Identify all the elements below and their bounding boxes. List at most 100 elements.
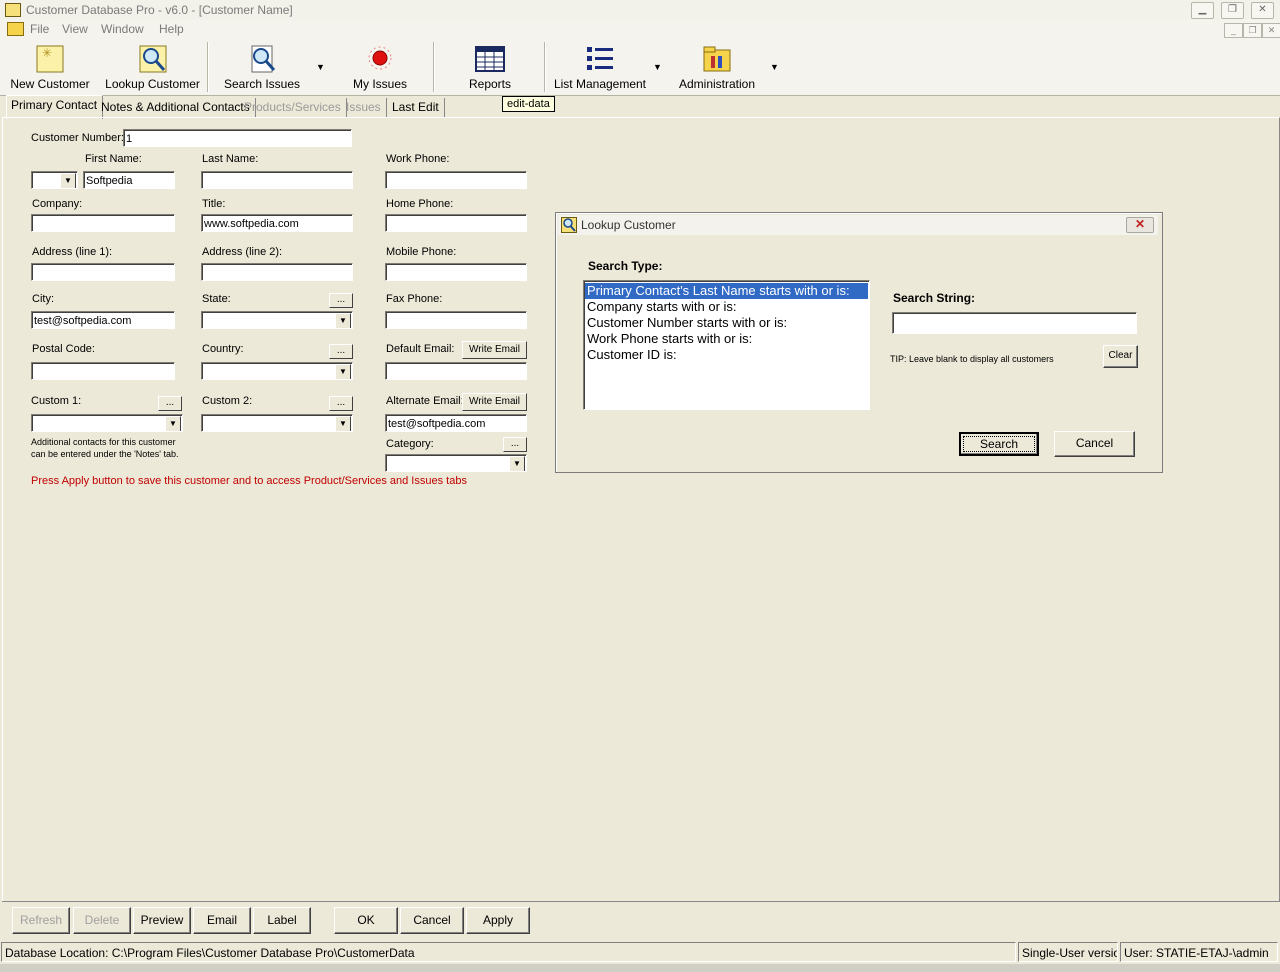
administration-label: Administration: [678, 77, 756, 91]
search-type-option[interactable]: Work Phone starts with or is:: [585, 331, 868, 347]
dialog-cancel-button[interactable]: Cancel: [1054, 431, 1135, 457]
search-type-option[interactable]: Customer ID is:: [585, 347, 868, 363]
list-management-button[interactable]: List Management: [550, 39, 650, 95]
address2-field[interactable]: [201, 263, 353, 281]
window-title: Customer Database Pro - v6.0 - [Customer…: [26, 3, 293, 17]
tab-last-edit[interactable]: Last Edit: [392, 98, 445, 118]
label-button[interactable]: Label: [253, 907, 311, 934]
dialog-title: Lookup Customer: [581, 218, 676, 232]
custom2-label: Custom 2:: [202, 395, 253, 407]
mobile-phone-field[interactable]: [385, 263, 527, 281]
maximize-button[interactable]: ❐: [1221, 2, 1244, 19]
search-type-label: Search Type:: [588, 259, 663, 273]
lookup-customer-icon: [139, 45, 166, 73]
chevron-down-icon[interactable]: ▼: [165, 416, 181, 431]
tab-strip: Primary Contact Notes & Additional Conta…: [0, 95, 1280, 119]
cancel-button[interactable]: Cancel: [400, 907, 464, 934]
menu-window[interactable]: Window: [101, 22, 144, 36]
state-ellipsis-button[interactable]: ...: [329, 293, 353, 308]
toolbar-separator: [544, 42, 546, 92]
search-type-option[interactable]: Company starts with or is:: [585, 299, 868, 315]
first-name-field[interactable]: Softpedia: [83, 171, 175, 189]
taskbar: [0, 964, 1280, 972]
dialog-close-button[interactable]: ✕: [1126, 217, 1154, 233]
country-ellipsis-button[interactable]: ...: [329, 344, 353, 359]
apply-button[interactable]: Apply: [466, 907, 530, 934]
company-field[interactable]: [31, 214, 175, 232]
customer-number-label: Customer Number:: [31, 132, 124, 144]
search-button[interactable]: Search: [959, 432, 1039, 456]
minimize-button[interactable]: ▁: [1191, 2, 1214, 19]
tab-products-services[interactable]: Products/Services: [244, 98, 347, 118]
refresh-button[interactable]: Refresh: [12, 907, 70, 934]
search-issues-dropdown-icon[interactable]: ▼: [316, 62, 325, 72]
my-issues-label: My Issues: [352, 77, 407, 91]
tab-primary-contact[interactable]: Primary Contact: [6, 95, 104, 119]
email-button[interactable]: Email: [193, 907, 251, 934]
alternate-email-field[interactable]: test@softpedia.com: [385, 414, 527, 432]
category-ellipsis-button[interactable]: ...: [503, 437, 527, 452]
mdi-restore-button[interactable]: ❐: [1243, 23, 1262, 38]
lookup-customer-dialog: Lookup Customer ✕ Search Type: Primary C…: [555, 212, 1163, 473]
tab-issues[interactable]: Issues: [346, 98, 387, 118]
chevron-down-icon[interactable]: ▼: [509, 456, 525, 471]
menu-help[interactable]: Help: [159, 22, 184, 36]
chevron-down-icon[interactable]: ▼: [335, 416, 351, 431]
delete-button[interactable]: Delete: [73, 907, 131, 934]
city-field[interactable]: test@softpedia.com: [31, 311, 175, 329]
default-email-label: Default Email:: [386, 343, 455, 355]
tooltip: edit-data: [502, 96, 555, 112]
fax-phone-field[interactable]: [385, 311, 527, 329]
address1-field[interactable]: [31, 263, 175, 281]
reports-button[interactable]: Reports: [455, 39, 525, 95]
custom1-combo[interactable]: ▼: [31, 414, 183, 432]
close-button[interactable]: ✕: [1251, 2, 1274, 19]
custom2-ellipsis-button[interactable]: ...: [329, 396, 353, 411]
search-type-list[interactable]: Primary Contact's Last Name starts with …: [583, 280, 870, 410]
default-write-email-button[interactable]: Write Email: [462, 341, 527, 359]
list-management-dropdown-icon[interactable]: ▼: [653, 62, 662, 72]
default-email-field[interactable]: [385, 362, 527, 380]
search-type-option[interactable]: Customer Number starts with or is:: [585, 315, 868, 331]
state-combo[interactable]: ▼: [201, 311, 353, 329]
custom1-ellipsis-button[interactable]: ...: [158, 396, 182, 411]
search-string-input[interactable]: [892, 312, 1137, 334]
lookup-customer-button[interactable]: Lookup Customer: [100, 39, 205, 95]
administration-button[interactable]: Administration: [672, 39, 762, 95]
search-type-option[interactable]: Primary Contact's Last Name starts with …: [585, 283, 868, 299]
clear-button[interactable]: Clear: [1103, 345, 1138, 368]
chevron-down-icon[interactable]: ▼: [335, 364, 351, 379]
postal-code-field[interactable]: [31, 362, 175, 380]
last-name-field[interactable]: [201, 171, 353, 189]
country-label: Country:: [202, 343, 244, 355]
preview-button[interactable]: Preview: [133, 907, 191, 934]
title-field[interactable]: www.softpedia.com: [201, 214, 353, 232]
alternate-write-email-button[interactable]: Write Email: [462, 393, 527, 411]
ok-button[interactable]: OK: [334, 907, 398, 934]
home-phone-field[interactable]: [385, 214, 527, 232]
salutation-combo[interactable]: ▼: [31, 171, 78, 189]
custom2-combo[interactable]: ▼: [201, 414, 353, 432]
new-customer-button[interactable]: ✳ New Customer: [4, 39, 96, 95]
chevron-down-icon[interactable]: ▼: [60, 173, 76, 188]
tab-notes[interactable]: Notes & Additional Contacts: [101, 98, 256, 118]
mdi-minimize-button[interactable]: _: [1224, 23, 1243, 38]
mdi-close-button[interactable]: ✕: [1262, 23, 1280, 38]
alternate-email-label: Alternate Email:: [386, 395, 464, 407]
magnifier-icon: [561, 217, 577, 233]
title-label: Title:: [202, 198, 226, 210]
my-issues-button[interactable]: My Issues: [345, 39, 415, 95]
country-combo[interactable]: ▼: [201, 362, 353, 380]
chevron-down-icon[interactable]: ▼: [335, 313, 351, 328]
menu-file[interactable]: File: [30, 22, 49, 36]
menu-view[interactable]: View: [62, 22, 88, 36]
work-phone-field[interactable]: [385, 171, 527, 189]
first-name-label: First Name:: [85, 153, 142, 165]
administration-dropdown-icon[interactable]: ▼: [770, 62, 779, 72]
toolbar-separator: [433, 42, 435, 92]
category-combo[interactable]: ▼: [385, 454, 527, 472]
customer-number-field[interactable]: 1: [123, 129, 352, 147]
dialog-title-bar: Lookup Customer ✕: [558, 215, 1158, 235]
search-issues-button[interactable]: Search Issues: [222, 39, 302, 95]
list-management-label: List Management: [553, 77, 647, 91]
